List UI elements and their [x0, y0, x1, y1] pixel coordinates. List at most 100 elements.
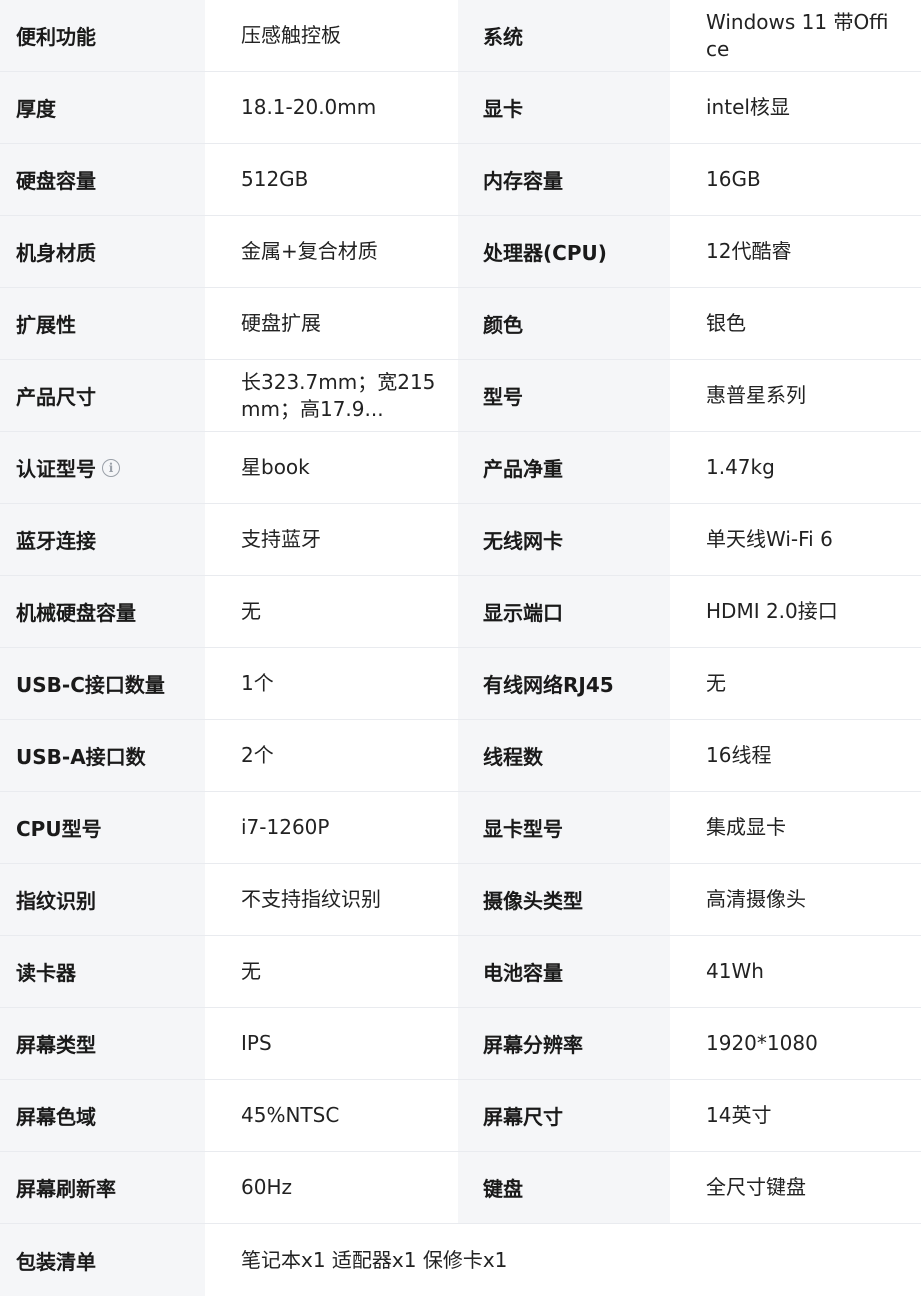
spec-label: 键盘	[458, 1152, 670, 1223]
spec-row-thickness: 厚度 18.1-20.0mm 显卡 intel核显	[0, 72, 921, 144]
spec-value: 金属+复合材质	[205, 216, 458, 287]
spec-label: 型号	[458, 360, 670, 431]
spec-value-text: 12代酷睿	[706, 239, 792, 263]
spec-value-text: 1920*1080	[706, 1031, 818, 1055]
spec-row-expansion: 扩展性 硬盘扩展 颜色 银色	[0, 288, 921, 360]
spec-value: 支持蓝牙	[205, 504, 458, 575]
spec-value: 1920*1080	[670, 1008, 921, 1079]
spec-value: 14英寸	[670, 1080, 921, 1151]
spec-value: 全尺寸键盘	[670, 1152, 921, 1223]
spec-row-hdd: 机械硬盘容量 无 显示端口 HDMI 2.0接口	[0, 576, 921, 648]
spec-label: 无线网卡	[458, 504, 670, 575]
spec-value-text: i7-1260P	[241, 815, 330, 839]
spec-value-text: 1.47kg	[706, 455, 775, 479]
spec-value: 高清摄像头	[670, 864, 921, 935]
spec-value-text: 无	[241, 959, 261, 983]
spec-value: 集成显卡	[670, 792, 921, 863]
spec-row-fingerprint: 指纹识别 不支持指纹识别 摄像头类型 高清摄像头	[0, 864, 921, 936]
spec-value-text: 单天线Wi-Fi 6	[706, 527, 833, 551]
spec-label: 厚度	[0, 72, 205, 143]
spec-value: 无	[205, 576, 458, 647]
spec-row-screen-type: 屏幕类型 IPS 屏幕分辨率 1920*1080	[0, 1008, 921, 1080]
spec-value-text: 41Wh	[706, 959, 764, 983]
spec-row-dimensions: 产品尺寸 长323.7mm；宽215mm；高17.9... 型号 惠普星系列	[0, 360, 921, 432]
spec-label: CPU型号	[0, 792, 205, 863]
spec-value-text: 1个	[241, 671, 274, 695]
spec-label: 显示端口	[458, 576, 670, 647]
spec-value-text: 全尺寸键盘	[706, 1175, 806, 1199]
spec-value: Windows 11 带Office	[670, 0, 921, 71]
spec-value: 压感触控板	[205, 0, 458, 71]
spec-label: 指纹识别	[0, 864, 205, 935]
spec-label: 显卡型号	[458, 792, 670, 863]
spec-value: 无	[670, 648, 921, 719]
spec-value: HDMI 2.0接口	[670, 576, 921, 647]
spec-label: 屏幕刷新率	[0, 1152, 205, 1223]
spec-value: 星book	[205, 432, 458, 503]
spec-value-text: 支持蓝牙	[241, 527, 321, 551]
spec-value: 12代酷睿	[670, 216, 921, 287]
spec-label: 屏幕色域	[0, 1080, 205, 1151]
spec-label: 内存容量	[458, 144, 670, 215]
spec-label: 系统	[458, 0, 670, 71]
spec-value-text: 笔记本x1 适配器x1 保修卡x1	[241, 1247, 508, 1272]
spec-label: 便利功能	[0, 0, 205, 71]
spec-row-card-reader: 读卡器 无 电池容量 41Wh	[0, 936, 921, 1008]
spec-value: 18.1-20.0mm	[205, 72, 458, 143]
spec-label: 产品尺寸	[0, 360, 205, 431]
spec-row-package-contents: 包装清单 笔记本x1 适配器x1 保修卡x1	[0, 1224, 921, 1296]
spec-value-text: Windows 11 带Office	[706, 9, 889, 61]
spec-value: 惠普星系列	[670, 360, 921, 431]
spec-label: 屏幕分辨率	[458, 1008, 670, 1079]
spec-value-text: 集成显卡	[706, 815, 786, 839]
spec-value: 1个	[205, 648, 458, 719]
spec-value: 1.47kg	[670, 432, 921, 503]
spec-value-text: 无	[706, 671, 726, 695]
spec-value-text: 18.1-20.0mm	[241, 95, 377, 119]
spec-label: 处理器(CPU)	[458, 216, 670, 287]
spec-value: 41Wh	[670, 936, 921, 1007]
spec-value: 512GB	[205, 144, 458, 215]
spec-value: 不支持指纹识别	[205, 864, 458, 935]
spec-label: USB-A接口数	[0, 720, 205, 791]
spec-value-text: 金属+复合材质	[241, 239, 378, 263]
spec-value: IPS	[205, 1008, 458, 1079]
spec-row-refresh-rate: 屏幕刷新率 60Hz 键盘 全尺寸键盘	[0, 1152, 921, 1224]
spec-value-text: 硬盘扩展	[241, 311, 321, 335]
spec-label: 机械硬盘容量	[0, 576, 205, 647]
spec-value-text: 45%NTSC	[241, 1103, 340, 1127]
spec-row-usb-a: USB-A接口数 2个 线程数 16线程	[0, 720, 921, 792]
spec-label: 有线网络RJ45	[458, 648, 670, 719]
spec-label: 读卡器	[0, 936, 205, 1007]
spec-label: 屏幕类型	[0, 1008, 205, 1079]
spec-label: 显卡	[458, 72, 670, 143]
spec-value: 单天线Wi-Fi 6	[670, 504, 921, 575]
spec-label: 机身材质	[0, 216, 205, 287]
spec-label-text: 认证型号	[16, 457, 96, 481]
spec-label: 包装清单	[0, 1224, 205, 1296]
spec-row-bluetooth: 蓝牙连接 支持蓝牙 无线网卡 单天线Wi-Fi 6	[0, 504, 921, 576]
info-circle-icon[interactable]: i	[102, 458, 120, 477]
spec-value-text: 压感触控板	[241, 23, 341, 47]
spec-row-certification: 认证型号 i 星book 产品净重 1.47kg	[0, 432, 921, 504]
spec-value: 45%NTSC	[205, 1080, 458, 1151]
spec-label: 扩展性	[0, 288, 205, 359]
spec-label: 屏幕尺寸	[458, 1080, 670, 1151]
spec-value: 无	[205, 936, 458, 1007]
spec-row-color-gamut: 屏幕色域 45%NTSC 屏幕尺寸 14英寸	[0, 1080, 921, 1152]
spec-value: 硬盘扩展	[205, 288, 458, 359]
spec-value: 60Hz	[205, 1152, 458, 1223]
spec-label: 蓝牙连接	[0, 504, 205, 575]
spec-value-text: 无	[241, 599, 261, 623]
spec-value-text: 16GB	[706, 167, 761, 191]
spec-value-text: 星book	[241, 455, 310, 479]
spec-label: 硬盘容量	[0, 144, 205, 215]
spec-value-text: 2个	[241, 743, 274, 767]
spec-value: 长323.7mm；宽215mm；高17.9...	[205, 360, 458, 431]
spec-label: 摄像头类型	[458, 864, 670, 935]
spec-row-cpu-model: CPU型号 i7-1260P 显卡型号 集成显卡	[0, 792, 921, 864]
spec-row-usb-c: USB-C接口数量 1个 有线网络RJ45 无	[0, 648, 921, 720]
spec-label: USB-C接口数量	[0, 648, 205, 719]
spec-value-text: 银色	[706, 311, 746, 335]
spec-value: 银色	[670, 288, 921, 359]
